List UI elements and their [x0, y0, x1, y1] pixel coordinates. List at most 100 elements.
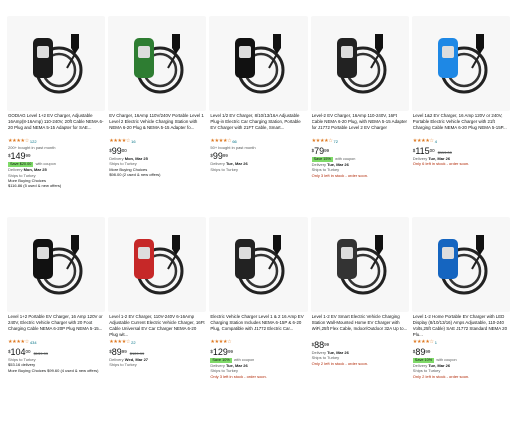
star-rating-icon[interactable]: ★★★★☆ [210, 339, 231, 346]
extra-line-1: Only 6 left in stock - order soon. [412, 161, 470, 167]
review-count[interactable]: 22 [131, 340, 135, 345]
review-count[interactable]: 72 [334, 139, 338, 144]
delivery-label: Delivery [210, 362, 225, 368]
rating-row[interactable]: ★★★★☆ 16 [109, 138, 205, 145]
rating-row[interactable]: ★★★★☆ [210, 339, 306, 346]
price[interactable]: $ 89 99 [413, 346, 509, 357]
review-count[interactable]: 66 [232, 139, 236, 144]
delivery-label: Delivery [311, 350, 327, 355]
price[interactable]: $ 79 99 [312, 146, 408, 156]
product-title[interactable]: Level 1-2 EV Charger, 110V-240V 6-16Amp … [109, 314, 205, 338]
extra-line-2[interactable]: $98.00 (2 used & new offers) [109, 172, 205, 177]
ev-charger-icon [134, 33, 184, 93]
price-whole: 149 [10, 151, 26, 162]
product-title[interactable]: EV Charger, 16Amp 110V/240V Portable Lev… [109, 113, 205, 137]
product-card[interactable]: Level 1-2 EV Smart Electric Vehicle Char… [310, 217, 409, 412]
price[interactable]: $ 99 99 [210, 152, 306, 161]
price[interactable]: $ 115 00 $119.00 [413, 146, 509, 156]
ev-charger-icon [235, 33, 285, 93]
product-card[interactable]: EV Charger, 16Amp 110V/240V Portable Lev… [108, 16, 207, 211]
price-whole: 104 [10, 346, 26, 357]
price[interactable]: $ 89 99 $109.99 [109, 347, 205, 357]
product-image[interactable]: Overall Pick [209, 217, 308, 312]
price-whole: 88 [314, 340, 325, 350]
rating-row[interactable]: ★★★★☆ 66 [210, 138, 306, 145]
product-card[interactable]: Overall Pick Electric Vehicle Charger Le… [209, 217, 308, 412]
product-grid: GODIAG Level 1+2 EV Charger, Adjustable … [7, 16, 510, 412]
extra-line-2[interactable]: More Buying Choices $99.60 (4 used & new… [8, 368, 104, 373]
review-count[interactable]: 122 [30, 139, 37, 144]
price[interactable]: $ 99 00 [109, 145, 205, 156]
delivery-label: Delivery [8, 167, 23, 173]
price[interactable]: $ 104 00 $139.99 [8, 346, 104, 357]
rating-row[interactable]: ★★★★☆ 4 [413, 138, 509, 145]
product-image[interactable] [7, 16, 106, 111]
product-card[interactable]: Level-2 EV Charger, 16Amp 110-240V, 16Ft… [310, 16, 409, 211]
price-fraction: 00 [121, 147, 127, 153]
rating-row[interactable]: ★★★★☆ 1 [413, 339, 509, 346]
product-image[interactable] [411, 16, 510, 111]
product-card[interactable]: Level 1-2 Home Portable EV Charger with … [411, 217, 510, 412]
star-rating-icon[interactable]: ★★★★☆ [8, 339, 29, 346]
star-rating-icon[interactable]: ★★★★☆ [210, 138, 231, 145]
ev-charger-icon [33, 33, 83, 93]
price-whole: 129 [212, 346, 228, 357]
list-price: $139.99 [33, 351, 49, 357]
product-title[interactable]: Level 1+2 Portable EV Charger, 16 Amp 12… [8, 314, 104, 338]
ships-to: Ships to Turkey [210, 166, 238, 172]
delivery-label: Delivery [109, 356, 124, 362]
product-title[interactable]: Electric Vehicle Charger Level 1 & 2 16 … [210, 314, 306, 338]
bought-count: 200+ bought in past month [8, 144, 56, 150]
product-title[interactable]: Level-2 EV Charger, 16Amp 110-240V, 16Ft… [312, 113, 408, 137]
product-title[interactable]: Level 1-2 Home Portable EV Charger with … [413, 314, 509, 338]
product-card[interactable]: Level 1+2 Portable EV Charger, 16 Amp 12… [7, 217, 106, 412]
extra-line-1: Only 3 left in stock - order soon. [210, 373, 267, 379]
star-rating-icon[interactable]: ★★★★☆ [109, 138, 130, 145]
price[interactable]: $ 88 99 [312, 341, 408, 350]
star-rating-icon[interactable]: ★★★★☆ [413, 339, 434, 346]
product-image[interactable] [310, 217, 409, 312]
extra-line-2[interactable]: $116.86 (5 used & new offers) [8, 183, 104, 188]
product-card[interactable]: Level 1&2 EV Charger, 16 Amp 120V or 240… [411, 16, 510, 211]
product-image[interactable] [7, 217, 106, 312]
price-whole: 89 [415, 346, 426, 357]
price-fraction: 99 [222, 153, 228, 159]
delivery-date: Wed, Mar 27 [124, 356, 149, 362]
price[interactable]: $ 129 99 [210, 346, 306, 357]
price-fraction: 99 [25, 153, 31, 159]
ev-charger-icon [235, 234, 285, 294]
product-image[interactable] [310, 16, 409, 111]
product-title[interactable]: GODIAG Level 1+2 EV Charger, Adjustable … [8, 113, 104, 137]
star-rating-icon[interactable]: ★★★★☆ [312, 138, 333, 145]
coupon-note: with coupon [35, 162, 56, 167]
rating-row[interactable]: ★★★★☆ 22 [109, 339, 205, 346]
price-fraction: 99 [121, 348, 127, 354]
review-count[interactable]: 434 [30, 340, 37, 345]
rating-row[interactable]: ★★★★☆ 434 [8, 339, 104, 346]
price[interactable]: $ 149 99 [8, 152, 104, 161]
product-title[interactable]: Level 1/2 EV Charger, 8/10/13/16A Adjust… [210, 113, 306, 137]
price-whole: 99 [111, 145, 122, 156]
rating-row[interactable]: ★★★★☆ 72 [312, 138, 408, 145]
product-title[interactable]: Level 1-2 EV Smart Electric Vehicle Char… [312, 314, 408, 338]
star-rating-icon[interactable]: ★★★★☆ [8, 138, 29, 145]
extra-line-1: Only 2 left in stock - order soon. [412, 373, 470, 379]
product-card[interactable]: Level 1/2 EV Charger, 8/10/13/16A Adjust… [209, 16, 308, 211]
review-count[interactable]: 1 [435, 340, 437, 345]
coupon-note: with coupon [335, 156, 356, 161]
rating-row[interactable]: ★★★★☆ 122 [8, 138, 104, 145]
product-card[interactable]: Level 1-2 EV Charger, 110V-240V 6-16Amp … [108, 217, 207, 412]
review-count[interactable]: 4 [435, 139, 437, 144]
delivery-label: Delivery [412, 155, 428, 161]
product-image[interactable] [209, 16, 308, 111]
product-card[interactable]: GODIAG Level 1+2 EV Charger, Adjustable … [7, 16, 106, 211]
review-count[interactable]: 16 [131, 139, 135, 144]
product-image[interactable] [108, 217, 207, 312]
product-title[interactable]: Level 1&2 EV Charger, 16 Amp 120V or 240… [413, 113, 509, 137]
product-image[interactable] [411, 217, 510, 312]
star-rating-icon[interactable]: ★★★★☆ [109, 339, 130, 346]
price-fraction: 99 [227, 348, 233, 354]
star-rating-icon[interactable]: ★★★★☆ [413, 138, 434, 145]
product-image[interactable] [108, 16, 207, 111]
ev-charger-icon [437, 33, 488, 93]
